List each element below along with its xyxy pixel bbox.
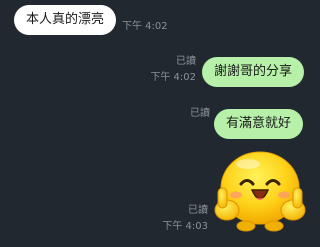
sticker-graphic [214,151,306,232]
message-timestamp: 下午 4:02 [150,72,196,83]
happy-yellow-blob-thumbs-up-icon[interactable] [214,148,306,234]
message-text: 謝謝哥的分享 [214,64,293,79]
message-text: 有滿意就好 [226,116,292,131]
read-receipt: 已讀 [176,56,196,67]
outgoing-message-bubble[interactable]: 有滿意就好 [214,109,304,139]
read-receipt: 已讀 [188,205,208,216]
message-text: 本人真的漂亮 [26,12,105,27]
outgoing-message-bubble[interactable]: 謝謝哥的分享 [202,57,305,87]
read-receipt: 已讀 [190,108,210,119]
chat-area: 本人真的漂亮 下午 4:02 已讀 下午 4:02 謝謝哥的分享 已讀 有滿意就… [0,0,320,247]
message-timestamp: 下午 4:02 [122,21,168,32]
incoming-message-bubble[interactable]: 本人真的漂亮 [14,5,117,35]
message-timestamp: 下午 4:03 [162,221,208,232]
